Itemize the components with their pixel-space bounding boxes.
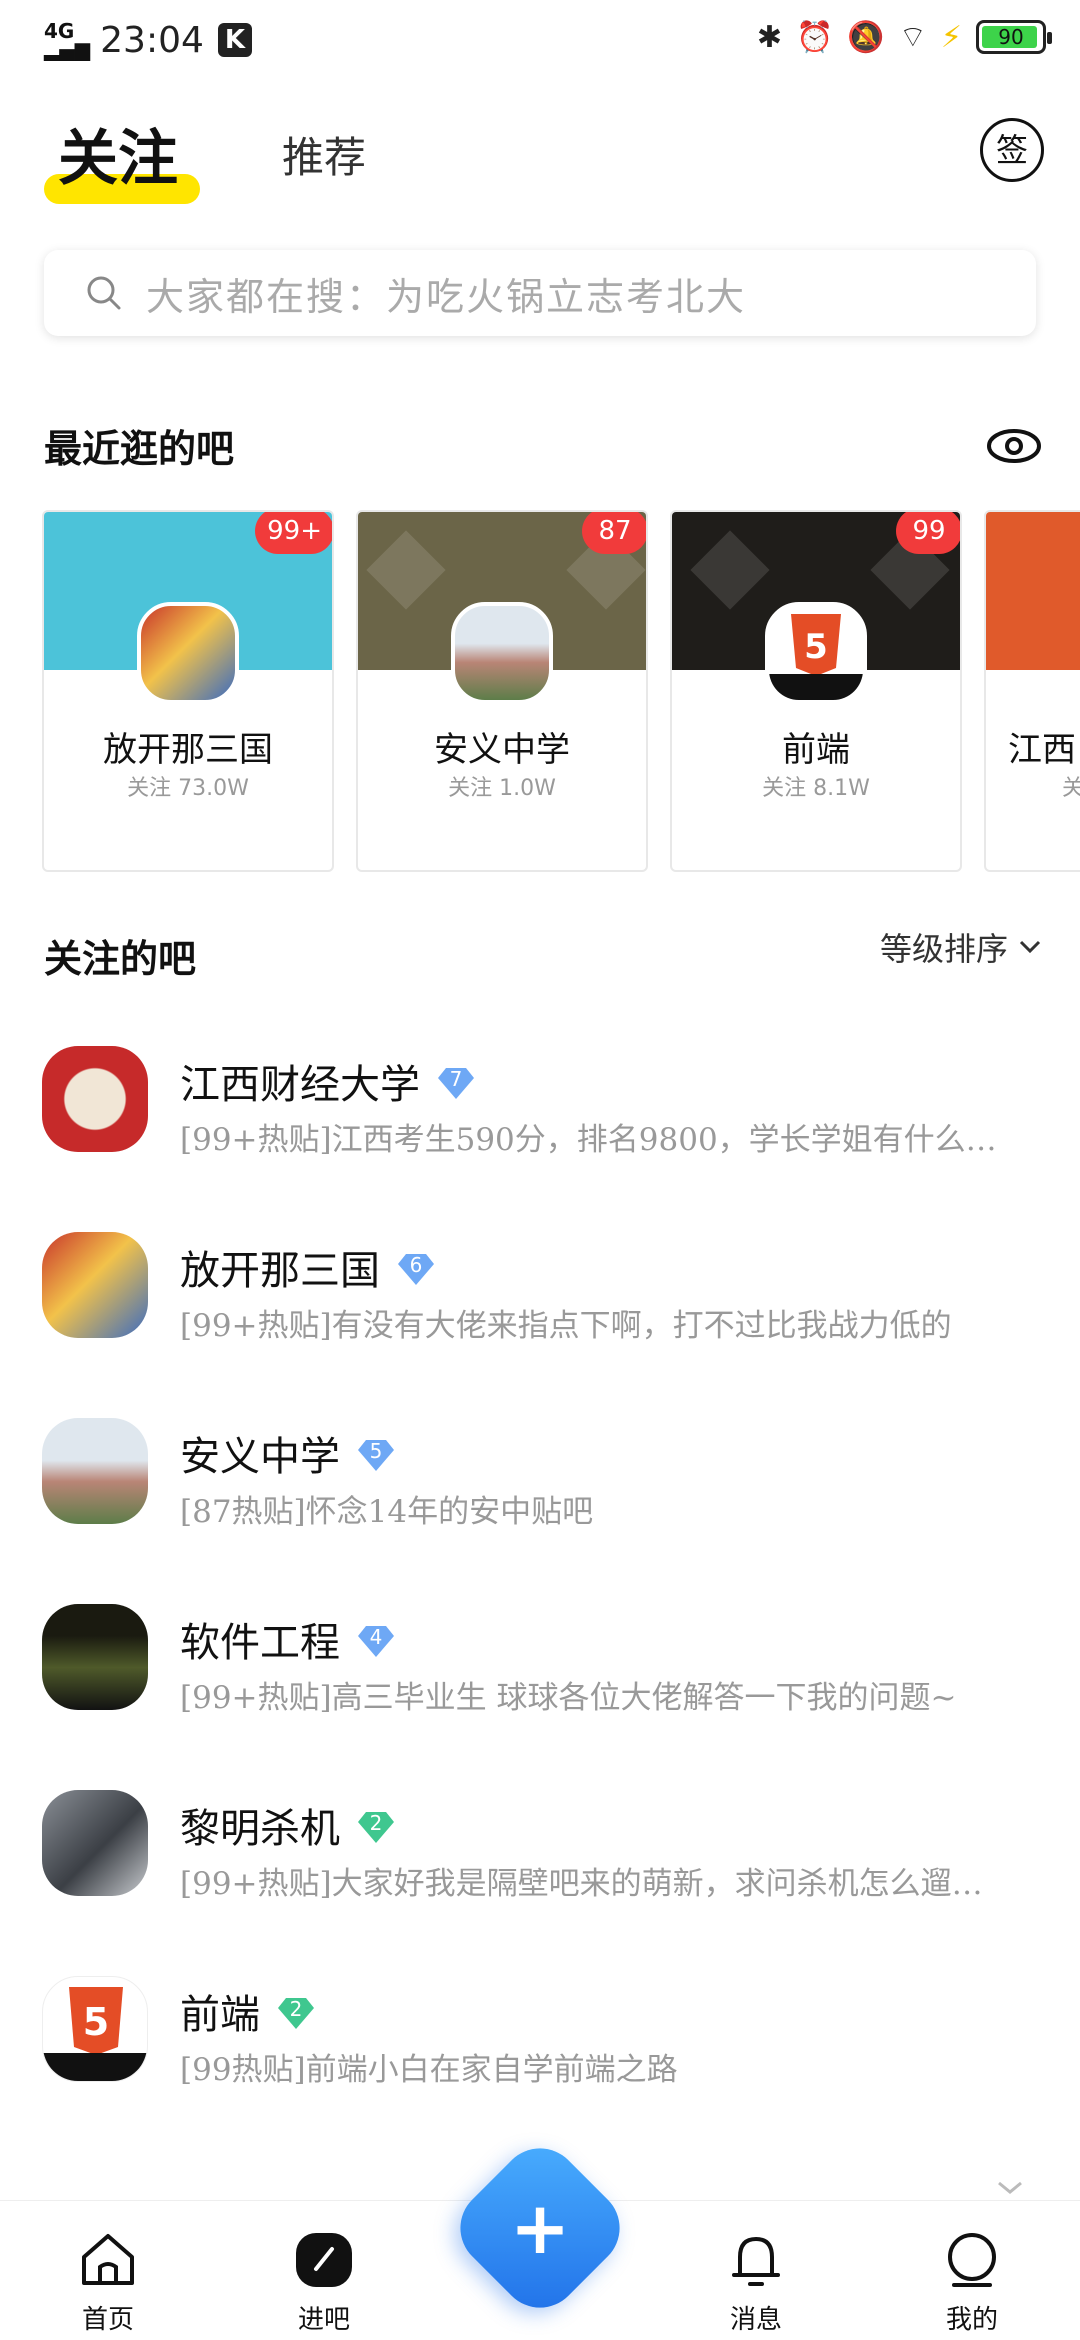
chevron-down-icon <box>1019 940 1041 954</box>
recent-bars-title: 最近逛的吧 <box>44 426 235 471</box>
card-follow-count: 关注 73.0W <box>127 776 249 801</box>
tab-following[interactable]: 关注 <box>58 110 178 197</box>
level-badge: 6 <box>396 1250 436 1285</box>
nav-enter-bar[interactable]: 进吧 <box>264 2231 384 2336</box>
mute-icon: 🔕 <box>847 19 885 55</box>
header-tabs: 关注 推荐 签 <box>44 110 1044 220</box>
enter-bar-icon <box>296 2233 352 2287</box>
unread-badge: 87 <box>582 512 646 554</box>
hot-post-preview: [99+热贴]江西考生590分，排名9800，学长学姐有什么… <box>180 1122 997 1158</box>
bar-name-row: 前端 2 <box>180 1982 316 2040</box>
nav-home-label: 首页 <box>81 2305 134 2335</box>
network-indicator: 4G ▂▄▆ <box>44 19 91 61</box>
card-banner <box>986 512 1080 670</box>
alarm-icon: ⏰ <box>796 19 834 55</box>
bar-name: 安义中学 <box>180 1434 340 1480</box>
plus-icon[interactable]: + <box>472 2160 608 2296</box>
sort-label: 等级排序 <box>879 930 1008 968</box>
search-icon <box>87 276 121 310</box>
search-placeholder: 大家都在搜：为吃火锅立志考北大 <box>146 274 747 319</box>
level-badge: 5 <box>356 1436 396 1471</box>
recent-card[interactable]: 99+ 放开那三国 关注 73.0W <box>42 510 334 872</box>
bar-name: 江西财经大学 <box>180 1062 420 1108</box>
bar-avatar <box>42 1790 148 1896</box>
card-follow-count: 关注 8.1W <box>762 776 870 801</box>
list-item[interactable]: 黎明杀机 2 [99+热贴]大家好我是隔壁吧来的萌新，求问杀机怎么遛… <box>0 1744 1080 1930</box>
scroll-chevron-icon <box>998 2181 1022 2194</box>
card-name: 安义中学 <box>434 730 570 770</box>
bar-avatar <box>451 602 553 704</box>
card-follow-count: 关 <box>986 770 1080 802</box>
sign-in-icon: 签 <box>995 131 1028 169</box>
k-app-icon: K <box>217 23 252 57</box>
unread-badge: 99+ <box>255 512 332 554</box>
bar-avatar <box>42 1046 148 1152</box>
list-item[interactable]: 放开那三国 6 [99+热贴]有没有大佬来指点下啊，打不过比我战力低的 <box>0 1186 1080 1372</box>
bar-name: 前端 <box>180 1992 260 2038</box>
bell-icon <box>732 2237 780 2286</box>
status-time: 23:04 <box>100 19 204 61</box>
wifi-icon: ⌔ <box>898 20 927 55</box>
recent-card[interactable]: 87 安义中学 关注 1.0W <box>356 510 648 872</box>
card-name: 放开那三国 <box>103 730 273 770</box>
list-item[interactable]: 5 前端 2 [99热贴]前端小白在家自学前端之路 <box>0 1930 1080 2116</box>
bar-name-row: 江西财经大学 7 <box>180 1052 476 1110</box>
nav-mine[interactable]: 我的 <box>912 2231 1032 2336</box>
recent-card[interactable]: 江西 关 <box>984 510 1080 872</box>
level-badge: 4 <box>356 1622 396 1657</box>
followed-bars-list: 江西财经大学 7 [99+热贴]江西考生590分，排名9800，学长学姐有什么…… <box>0 1000 1080 2116</box>
nav-message-label: 消息 <box>729 2305 782 2335</box>
recent-card[interactable]: 99 5 前端 关注 8.1W <box>670 510 962 872</box>
charging-icon: ⚡ <box>940 19 962 55</box>
bar-name-row: 黎明杀机 2 <box>180 1796 396 1854</box>
bar-avatar <box>42 1418 148 1524</box>
card-follow-count: 关注 1.0W <box>448 776 556 801</box>
status-icons: ✱ ⏰ 🔕 ⌔ ⚡ 90 <box>756 18 1052 56</box>
level-badge: 7 <box>436 1064 476 1099</box>
html5-logo-avatar: 5 <box>42 1976 148 2082</box>
nav-enter-label: 进吧 <box>297 2305 350 2335</box>
svg-text:5: 5 <box>804 627 828 667</box>
recent-bars-carousel[interactable]: 99+ 放开那三国 关注 73.0W 87 安义中学 关注 1.0W 99 5 … <box>42 510 1080 872</box>
bar-name-row: 安义中学 5 <box>180 1424 396 1482</box>
bar-avatar <box>137 602 239 704</box>
list-item[interactable]: 安义中学 5 [87热贴]怀念14年的安中贴吧 <box>0 1372 1080 1558</box>
bar-name: 放开那三国 <box>180 1248 380 1294</box>
sort-dropdown[interactable]: 等级排序 <box>880 924 1042 970</box>
search-bar[interactable]: 大家都在搜：为吃火锅立志考北大 <box>44 250 1036 336</box>
eye-icon[interactable] <box>986 426 1042 466</box>
html5-logo-avatar: 5 <box>765 602 867 704</box>
status-bar: 4G ▂▄▆ 23:04 K ✱ ⏰ 🔕 ⌔ ⚡ 90 <box>0 0 1080 80</box>
followed-bars-title: 关注的吧 <box>44 936 197 981</box>
bar-name: 软件工程 <box>180 1620 340 1666</box>
bar-avatar <box>42 1604 148 1710</box>
hot-post-preview: [99+热贴]有没有大佬来指点下啊，打不过比我战力低的 <box>180 1308 952 1344</box>
sign-in-button[interactable]: 签 <box>980 118 1044 182</box>
tab-recommend[interactable]: 推荐 <box>282 124 366 185</box>
battery-icon: 90 <box>976 20 1052 54</box>
home-icon <box>82 2234 134 2285</box>
hot-post-preview: [99热贴]前端小白在家自学前端之路 <box>180 2052 678 2088</box>
bar-name: 黎明杀机 <box>180 1806 340 1852</box>
list-item[interactable]: 软件工程 4 [99+热贴]高三毕业生 球球各位大佬解答一下我的问题~ <box>0 1558 1080 1744</box>
level-badge: 2 <box>356 1808 396 1843</box>
bar-avatar <box>42 1232 148 1338</box>
hot-post-preview: [87热贴]怀念14年的安中贴吧 <box>180 1494 594 1530</box>
card-name: 江西 <box>1008 730 1076 770</box>
bar-name-row: 放开那三国 6 <box>180 1238 436 1296</box>
unread-badge: 99 <box>896 512 960 554</box>
hot-post-preview: [99+热贴]高三毕业生 球球各位大佬解答一下我的问题~ <box>180 1680 957 1716</box>
nav-message[interactable]: 消息 <box>696 2231 816 2336</box>
svg-text:5: 5 <box>83 2000 109 2044</box>
card-name: 前端 <box>782 730 850 770</box>
bar-name-row: 软件工程 4 <box>180 1610 396 1668</box>
profile-icon <box>948 2233 996 2287</box>
list-item[interactable]: 江西财经大学 7 [99+热贴]江西考生590分，排名9800，学长学姐有什么… <box>0 1000 1080 1186</box>
hot-post-preview: [99+热贴]大家好我是隔壁吧来的萌新，求问杀机怎么遛… <box>180 1866 983 1902</box>
bluetooth-icon: ✱ <box>756 19 782 55</box>
nav-mine-label: 我的 <box>945 2305 998 2335</box>
nav-home[interactable]: 首页 <box>48 2231 168 2336</box>
level-badge: 2 <box>276 1994 316 2029</box>
